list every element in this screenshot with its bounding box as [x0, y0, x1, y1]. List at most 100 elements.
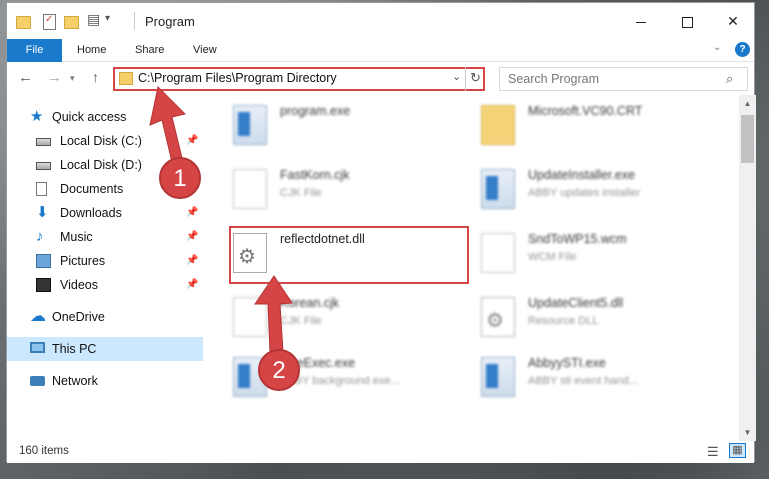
sidebar-item-this-pc[interactable]: This PC	[7, 337, 203, 361]
pin-icon[interactable]: 📌	[186, 225, 198, 249]
sidebar-item-label: Quick access	[52, 110, 127, 124]
file-item[interactable]: OneExec.exe ABBY background exe...	[207, 347, 447, 403]
address-bar[interactable]: C:\Program Files\Program Directory ⌄ ↻	[113, 67, 485, 91]
sidebar-item-label: OneDrive	[52, 310, 105, 324]
chevron-down-icon[interactable]: ⌄	[713, 42, 721, 53]
scroll-thumb[interactable]	[741, 115, 754, 163]
tab-file[interactable]: File	[7, 39, 62, 62]
sidebar-item-videos[interactable]: Videos 📌	[7, 273, 203, 297]
forward-arrow-icon[interactable]: →	[47, 69, 62, 86]
maximize-button[interactable]	[664, 3, 710, 39]
address-path[interactable]: C:\Program Files\Program Directory	[138, 71, 337, 85]
exe-icon	[233, 105, 267, 145]
customize-quick-access-icon[interactable]	[87, 11, 117, 29]
file-explorer-window: Program ✕ File Home Share View ⌄ ? ← → ▾…	[6, 2, 756, 463]
documents-icon	[36, 182, 47, 196]
step-1-badge: 1	[159, 157, 201, 199]
pc-icon	[30, 342, 45, 353]
folder-icon	[119, 72, 133, 85]
sidebar-item-label: Videos	[60, 278, 98, 292]
sidebar-item-quick-access[interactable]: ★ Quick access	[7, 105, 203, 129]
close-button[interactable]: ✕	[710, 3, 756, 39]
item-count: 160 items	[19, 445, 69, 457]
window-title: Program	[145, 14, 195, 29]
minimize-button[interactable]	[618, 3, 664, 39]
tab-view[interactable]: View	[180, 39, 230, 62]
sidebar-item-label: Pictures	[60, 254, 106, 268]
pictures-icon	[36, 254, 51, 268]
refresh-icon[interactable]: ↻	[465, 67, 485, 91]
sidebar-item-network[interactable]: Network	[7, 369, 203, 393]
back-arrow-icon[interactable]: ←	[18, 69, 33, 86]
document-icon	[481, 233, 515, 273]
file-item[interactable]: SndToWP15.wcm WCM File	[455, 223, 695, 279]
disk-icon	[36, 138, 51, 146]
navigation-bar: ← → ▾ ↑ C:\Program Files\Program Directo…	[7, 63, 754, 95]
sidebar-item-label: This PC	[52, 342, 97, 356]
sidebar-item-label: Documents	[60, 182, 124, 196]
file-type: Resource DLL	[528, 315, 599, 327]
download-icon: ⬇	[36, 204, 49, 221]
music-icon: ♪	[36, 228, 44, 245]
details-view-icon[interactable]: ☰	[707, 444, 719, 460]
exe-icon	[481, 357, 515, 397]
file-item[interactable]: UpdateClient5.dll Resource DLL	[455, 287, 695, 343]
file-name: UpdateInstaller.exe	[528, 168, 636, 182]
file-item[interactable]: AbbyySTI.exe ABBY sti event hand...	[455, 347, 695, 403]
properties-icon[interactable]	[41, 13, 57, 30]
pin-icon[interactable]: 📌	[186, 249, 198, 273]
disk-icon	[36, 162, 51, 170]
pin-icon[interactable]: 📌	[186, 129, 198, 153]
file-item[interactable]: FastKorn.cjk CJK File	[207, 159, 447, 215]
file-name: program.exe	[280, 104, 351, 118]
sidebar-item-downloads[interactable]: ⬇ Downloads 📌	[7, 201, 203, 225]
tab-home[interactable]: Home	[64, 39, 119, 62]
sidebar-item-music[interactable]: ♪ Music 📌	[7, 225, 203, 249]
file-name: Korean.cjk	[280, 296, 340, 310]
highlight-box-dll	[229, 226, 469, 284]
tiles-view-icon[interactable]: ▦	[729, 443, 746, 458]
star-icon: ★	[30, 108, 44, 125]
vertical-scrollbar[interactable]: ▲ ▼	[739, 95, 756, 441]
sidebar-item-label: Local Disk (D:)	[60, 158, 142, 172]
file-item[interactable]: Microsoft.VC90.CRT	[455, 95, 695, 151]
help-icon[interactable]: ?	[735, 42, 750, 57]
search-input[interactable]: Search Program ⌕	[499, 67, 748, 91]
sidebar-item-label: Local Disk (C:)	[60, 134, 142, 148]
title-separator	[134, 12, 135, 30]
step-2-badge: 2	[258, 349, 300, 391]
search-icon[interactable]: ⌕	[726, 71, 733, 87]
file-item[interactable]: UpdateInstaller.exe ABBY updates install…	[455, 159, 695, 215]
title-bar: Program ✕	[7, 3, 754, 39]
folder-icon[interactable]	[15, 13, 31, 29]
file-type: CJK File	[280, 187, 322, 199]
sidebar-item-pictures[interactable]: Pictures 📌	[7, 249, 203, 273]
network-icon	[30, 376, 45, 386]
navigation-pane: ★ Quick access Local Disk (C:) 📌 Local D…	[7, 99, 203, 437]
file-item[interactable]: program.exe	[207, 95, 447, 151]
file-type: WCM File	[528, 251, 577, 263]
scroll-down-icon[interactable]: ▼	[739, 424, 756, 441]
chevron-down-icon[interactable]: ⌄	[452, 70, 461, 83]
search-placeholder: Search Program	[508, 72, 600, 86]
onedrive-icon: ☁	[30, 308, 46, 325]
file-name: AbbyySTI.exe	[528, 356, 606, 370]
scroll-up-icon[interactable]: ▲	[739, 95, 756, 112]
pin-icon[interactable]: 📌	[186, 273, 198, 297]
ribbon-tabs: File Home Share View ⌄ ?	[7, 39, 754, 62]
up-arrow-icon[interactable]: ↑	[92, 69, 99, 85]
document-icon	[233, 169, 267, 209]
sidebar-item-local-disk-c[interactable]: Local Disk (C:) 📌	[7, 129, 203, 153]
new-folder-icon[interactable]	[63, 13, 79, 29]
sidebar-item-onedrive[interactable]: ☁ OneDrive	[7, 305, 203, 329]
sidebar-item-label: Network	[52, 374, 98, 388]
recent-locations-chevron-icon[interactable]: ▾	[70, 73, 75, 84]
file-name: UpdateClient5.dll	[528, 296, 624, 310]
file-item[interactable]: Korean.cjk CJK File	[207, 287, 447, 343]
pin-icon[interactable]: 📌	[186, 201, 198, 225]
file-type: CJK File	[280, 315, 322, 327]
videos-icon	[36, 278, 51, 292]
tab-share[interactable]: Share	[122, 39, 177, 62]
status-bar: 160 items ☰ ▦	[7, 441, 754, 463]
document-icon	[233, 297, 267, 337]
